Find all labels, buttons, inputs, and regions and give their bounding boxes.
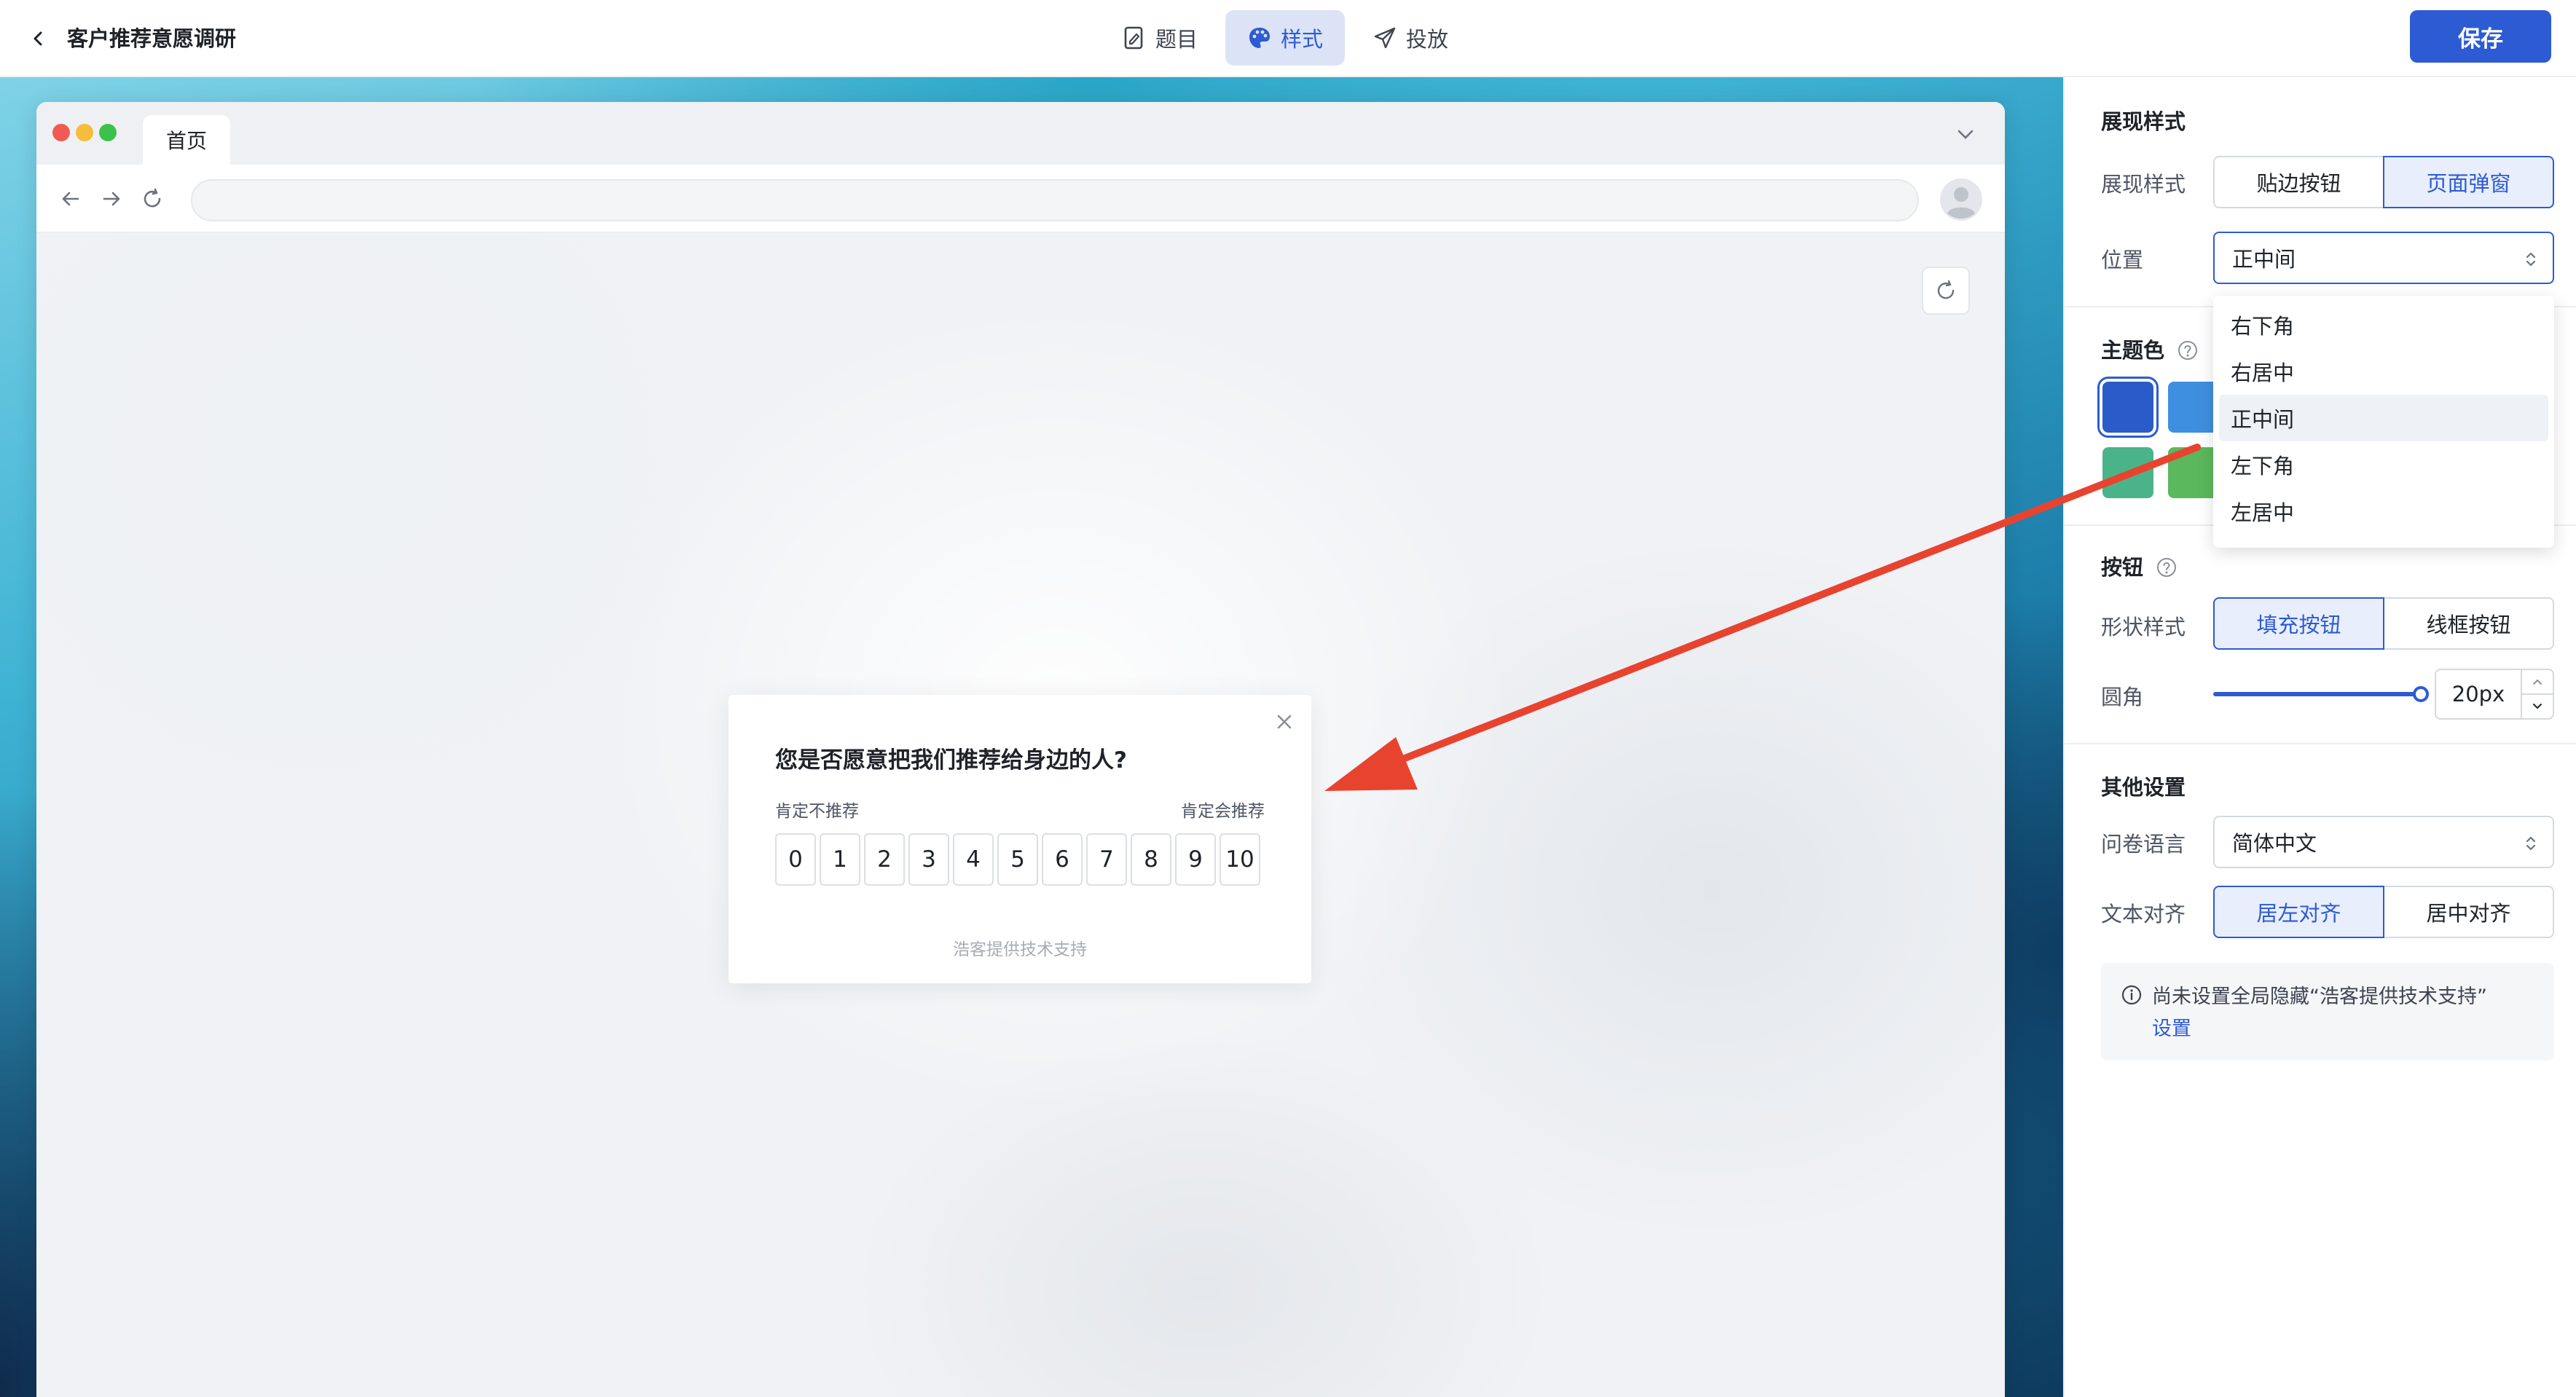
url-bar: [191, 179, 1919, 221]
radius-label: 圆角: [2101, 685, 2144, 709]
nps-scale: 0 1 2 3 4 5 6 7 8 9 10: [775, 833, 1260, 886]
chevron-up-icon: [2533, 679, 2542, 685]
arrow-left-icon: [62, 192, 79, 206]
palette-icon: [1249, 28, 1271, 48]
scale-option[interactable]: 9: [1175, 833, 1216, 886]
position-option-bottom-right[interactable]: 右下角: [2219, 302, 2548, 348]
text-align-toggle: 居左对齐 居中对齐: [2213, 886, 2554, 938]
display-option-edge-button[interactable]: 贴边按钮: [2213, 156, 2384, 208]
scale-min-label: 肯定不推荐: [775, 802, 859, 821]
scale-option[interactable]: 4: [953, 833, 994, 886]
window-maximize-dot: [99, 124, 117, 141]
shape-option-filled[interactable]: 填充按钮: [2213, 597, 2384, 650]
tab-questions[interactable]: 题目: [1100, 10, 1220, 66]
back-button[interactable]: [22, 22, 55, 55]
theme-color-swatch[interactable]: [2102, 447, 2153, 498]
display-section-title: 展现样式: [2101, 109, 2186, 134]
position-select[interactable]: 正中间: [2213, 232, 2554, 284]
scale-option[interactable]: 1: [820, 833, 860, 886]
theme-color-swatch[interactable]: [2168, 382, 2219, 433]
text-align-label: 文本对齐: [2101, 902, 2186, 926]
button-section-title: 按钮: [2101, 551, 2177, 581]
notice-text: 尚未设置全局隐藏“浩客提供技术支持”: [2152, 985, 2487, 1008]
shape-style-toggle: 填充按钮 线框按钮: [2213, 597, 2554, 650]
scale-option[interactable]: 3: [908, 833, 949, 886]
position-option-bottom-left[interactable]: 左下角: [2219, 441, 2548, 488]
survey-popup: 您是否愿意把我们推荐给身边的人? 肯定不推荐 肯定会推荐 0 1 2 3 4 5…: [729, 695, 1311, 983]
refresh-icon: [1937, 280, 1955, 299]
position-option-center[interactable]: 正中间: [2219, 395, 2548, 441]
position-option-middle-right[interactable]: 右居中: [2219, 348, 2548, 395]
info-icon: [2121, 985, 2142, 1005]
radius-slider-track[interactable]: [2213, 692, 2419, 696]
updown-chevron-icon: [2526, 252, 2536, 267]
align-option-center[interactable]: 居中对齐: [2383, 886, 2554, 938]
scale-option[interactable]: 10: [1220, 833, 1260, 886]
scale-option[interactable]: 0: [775, 833, 816, 886]
align-option-left[interactable]: 居左对齐: [2213, 886, 2384, 938]
style-settings-panel: 展现样式 展现样式 贴边按钮 页面弹窗 位置 正中间 主题色 按钮 形状样式 填…: [2063, 77, 2576, 1397]
tab-label: 题目: [1155, 27, 1198, 52]
top-bar: 客户推荐意愿调研 题目 样式 投放 保存: [0, 0, 2576, 77]
refresh-preview-button[interactable]: [1922, 267, 1970, 315]
radius-slider-handle[interactable]: [2413, 686, 2429, 702]
notice-settings-link[interactable]: 设置: [2152, 1012, 2191, 1041]
other-section-title: 其他设置: [2101, 775, 2186, 800]
chevron-left-icon: [34, 31, 42, 46]
scale-max-label: 肯定会推荐: [1181, 802, 1265, 821]
arrow-right-icon: [103, 192, 120, 206]
position-option-middle-left[interactable]: 左居中: [2219, 488, 2548, 535]
position-label: 位置: [2101, 248, 2144, 272]
display-style-toggle: 贴边按钮 页面弹窗: [2213, 156, 2554, 208]
browser-tab: 首页: [143, 115, 230, 165]
save-button[interactable]: 保存: [2410, 10, 2551, 63]
window-close-dot: [52, 124, 70, 141]
browser-toolbar: [36, 165, 2005, 233]
avatar-icon: [1940, 178, 1982, 221]
section-divider: [2065, 743, 2576, 744]
survey-question: 您是否愿意把我们推荐给身边的人?: [775, 747, 1127, 774]
tab-label: 投放: [1406, 27, 1449, 52]
close-icon[interactable]: [1273, 711, 1295, 733]
language-select[interactable]: 简体中文: [2213, 816, 2554, 868]
chevron-down-icon: [2533, 704, 2542, 709]
theme-color-swatch[interactable]: [2168, 447, 2219, 498]
send-icon: [1374, 27, 1396, 49]
scale-option[interactable]: 5: [997, 833, 1038, 886]
browser-tabbar: 首页: [36, 102, 2005, 165]
radius-stepper[interactable]: 20px: [2435, 669, 2554, 720]
updown-chevron-icon: [2526, 836, 2536, 851]
theme-color-swatch[interactable]: [2097, 377, 2159, 438]
increment-button[interactable]: [2522, 670, 2553, 695]
display-style-label: 展现样式: [2101, 172, 2186, 197]
theme-section-title: 主题色: [2101, 334, 2198, 364]
help-icon[interactable]: [2156, 557, 2177, 578]
window-minimize-dot: [76, 124, 93, 141]
shape-style-label: 形状样式: [2101, 615, 2186, 640]
language-label: 问卷语言: [2101, 832, 2186, 857]
branding-notice: 尚未设置全局隐藏“浩客提供技术支持” 设置: [2101, 963, 2554, 1060]
language-select-value: 简体中文: [2232, 831, 2317, 856]
help-icon[interactable]: [2178, 340, 2198, 361]
tab-label: 样式: [1281, 27, 1324, 52]
position-select-value: 正中间: [2232, 247, 2296, 272]
scale-option[interactable]: 2: [864, 833, 905, 886]
scale-option[interactable]: 7: [1086, 833, 1127, 886]
reload-icon: [144, 188, 161, 208]
position-dropdown-menu: 右下角 右居中 正中间 左下角 左居中: [2213, 296, 2554, 548]
radius-value[interactable]: 20px: [2436, 670, 2521, 718]
page-title: 客户推荐意愿调研: [67, 26, 237, 51]
scale-option[interactable]: 8: [1131, 833, 1171, 886]
decrement-button[interactable]: [2522, 695, 2553, 718]
chevron-down-icon: [1957, 130, 1974, 139]
powered-by-footer: 浩客提供技术支持: [953, 940, 1087, 959]
main-tabs: 题目 样式 投放: [1100, 10, 1470, 66]
tab-distribution[interactable]: 投放: [1351, 10, 1470, 66]
scale-option[interactable]: 6: [1042, 833, 1083, 886]
display-option-page-popup[interactable]: 页面弹窗: [2383, 156, 2554, 208]
shape-option-outline[interactable]: 线框按钮: [2383, 597, 2554, 650]
tab-style[interactable]: 样式: [1225, 10, 1346, 66]
document-edit-icon: [1124, 26, 1143, 50]
